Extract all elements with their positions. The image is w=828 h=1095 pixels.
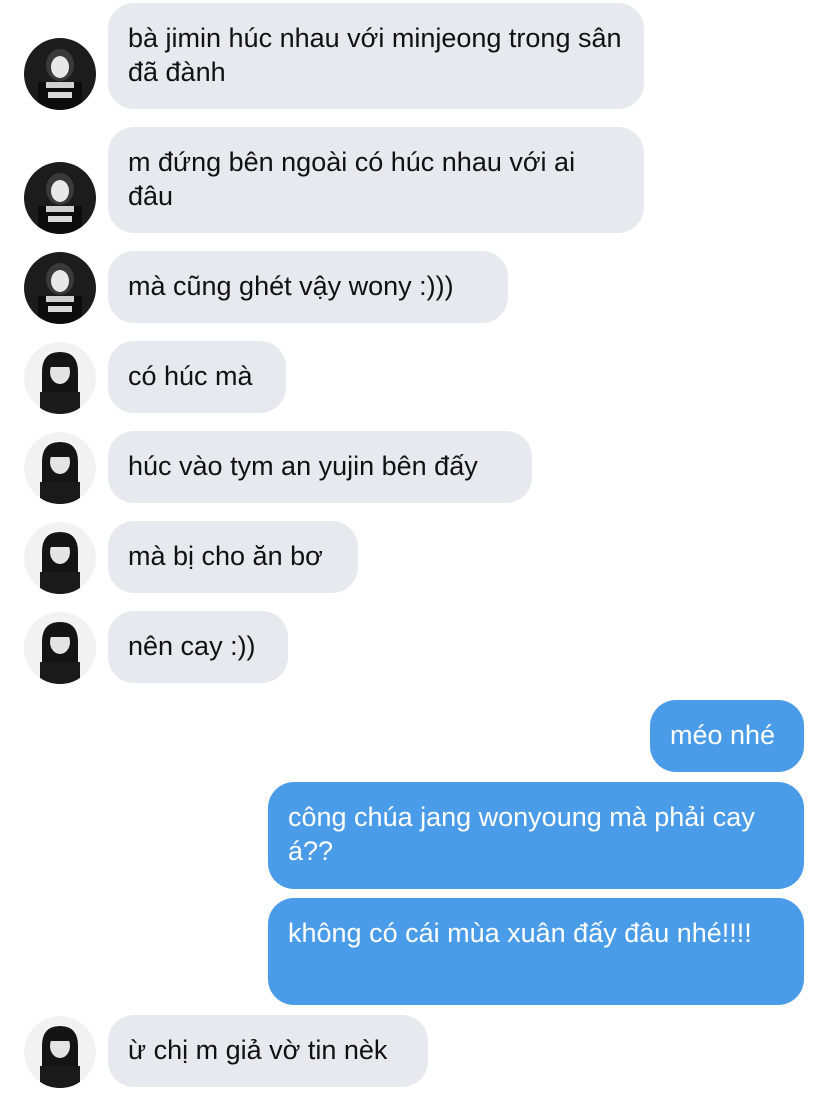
sender-avatar[interactable] — [24, 522, 96, 594]
sender-avatar[interactable] — [24, 162, 96, 234]
message-text: nên cay :)) — [128, 631, 256, 661]
avatar-photo-icon — [24, 252, 96, 324]
message-bubble-incoming[interactable]: m đứng bên ngoài có húc nhau với ai đâu — [108, 127, 644, 233]
message-bubble-outgoing[interactable]: méo nhé — [650, 700, 804, 772]
avatar-photo-icon — [24, 342, 96, 414]
message-text: công chúa jang wonyoung mà phải cay á?? — [288, 802, 755, 866]
message-bubble-incoming[interactable]: húc vào tym an yujin bên đấy — [108, 431, 532, 503]
sender-avatar[interactable] — [24, 38, 96, 110]
message-text: bà jimin húc nhau với minjeong trong sân… — [128, 23, 622, 87]
message-text: m đứng bên ngoài có húc nhau với ai đâu — [128, 147, 576, 211]
message-bubble-outgoing[interactable]: không có cái mùa xuân đấy đâu nhé!!!! — [268, 898, 804, 1005]
avatar-photo-icon — [24, 1016, 96, 1088]
message-bubble-outgoing[interactable]: công chúa jang wonyoung mà phải cay á?? — [268, 782, 804, 889]
sender-avatar[interactable] — [24, 252, 96, 324]
message-bubble-incoming[interactable]: bà jimin húc nhau với minjeong trong sân… — [108, 3, 644, 109]
message-bubble-incoming[interactable]: mà cũng ghét vậy wony :))) — [108, 251, 508, 323]
sender-avatar[interactable] — [24, 432, 96, 504]
sender-avatar[interactable] — [24, 1016, 96, 1088]
message-text: ừ chị m giả vờ tin nèk — [128, 1035, 388, 1065]
avatar-photo-icon — [24, 162, 96, 234]
message-text: mà cũng ghét vậy wony :))) — [128, 271, 454, 301]
chat-thread: bà jimin húc nhau với minjeong trong sân… — [0, 0, 828, 1095]
avatar-photo-icon — [24, 38, 96, 110]
avatar-photo-icon — [24, 612, 96, 684]
sender-avatar[interactable] — [24, 342, 96, 414]
message-text: húc vào tym an yujin bên đấy — [128, 451, 478, 481]
sender-avatar[interactable] — [24, 612, 96, 684]
message-bubble-incoming[interactable]: mà bị cho ăn bơ — [108, 521, 358, 593]
message-text: không có cái mùa xuân đấy đâu nhé!!!! — [288, 918, 752, 948]
message-text: méo nhé — [670, 720, 776, 750]
message-text: có húc mà — [128, 361, 253, 391]
avatar-photo-icon — [24, 432, 96, 504]
avatar-photo-icon — [24, 522, 96, 594]
message-bubble-incoming[interactable]: có húc mà — [108, 341, 286, 413]
message-text: mà bị cho ăn bơ — [128, 541, 323, 571]
message-bubble-incoming[interactable]: ừ chị m giả vờ tin nèk — [108, 1015, 428, 1087]
message-bubble-incoming[interactable]: nên cay :)) — [108, 611, 288, 683]
